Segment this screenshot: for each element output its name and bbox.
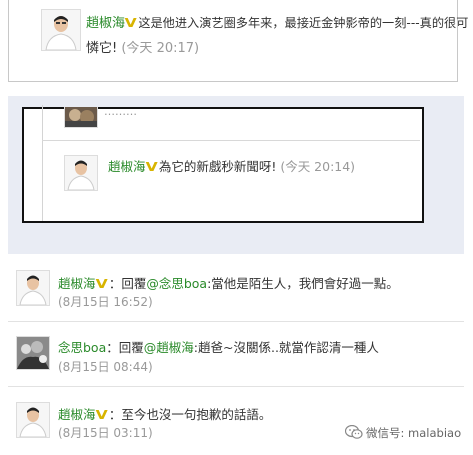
comment-username[interactable]: 趙椒海 <box>86 16 125 31</box>
nested-divider <box>42 140 420 141</box>
nested-reply-card-inner <box>42 105 43 221</box>
comment-text: 这是他进入演艺圈多年来，最接近金钟影帝的一刻---真的很可 <box>138 16 469 30</box>
vip-icon: V <box>95 408 108 422</box>
divider <box>8 321 464 322</box>
reply-prefix: 回覆 <box>121 276 147 291</box>
vip-icon: V <box>124 16 137 30</box>
list-item: 趙椒海V ：至今也沒一句抱歉的話語。 (8月15日 03:11) <box>0 390 473 452</box>
hidden-comment-text: ……… <box>104 105 137 118</box>
avatar[interactable] <box>16 402 50 438</box>
comment-text: 至今也沒一句抱歉的話語。 <box>121 407 272 422</box>
comment-time: (8月15日 08:44) <box>58 360 153 374</box>
avatar[interactable] <box>64 107 98 128</box>
comment-text: :當他是陌生人，我們會好過一點。 <box>207 276 399 291</box>
top-comment-card: 趙椒海V 这是他进入演艺圈多年来，最接近金钟影帝的一刻---真的很可 憐它! (今… <box>8 0 468 82</box>
comment-separator: ： <box>108 276 122 291</box>
watermark: 微信号: malabiao <box>344 424 462 442</box>
comment-text: :趙爸~沒關係..就當作認清一種人 <box>193 340 379 355</box>
comment-time: (今天 20:14) <box>280 159 356 174</box>
divider <box>8 386 464 387</box>
comment-username[interactable]: 趙椒海 <box>108 159 146 174</box>
avatar[interactable] <box>64 155 98 191</box>
comment-username[interactable]: 趙椒海 <box>58 276 96 291</box>
nested-reply-card: ……… 趙椒海V 為它的新戲秒新聞呀! (今天 20:14) <box>22 105 424 223</box>
comment-username[interactable]: 趙椒海 <box>58 407 96 422</box>
avatar[interactable] <box>16 270 50 306</box>
wechat-icon <box>344 424 363 442</box>
avatar[interactable] <box>41 9 81 51</box>
watermark-text: 微信号: malabiao <box>366 426 462 440</box>
comment-time: (8月15日 03:11) <box>58 426 153 440</box>
vip-icon: V <box>95 277 108 291</box>
comment-time: (8月15日 16:52) <box>58 295 153 309</box>
avatar[interactable] <box>16 336 50 370</box>
mention-link[interactable]: @念思boa <box>146 276 207 291</box>
comment-separator: ： <box>106 340 119 355</box>
comment-time: (今天 20:17) <box>121 41 200 56</box>
reply-prefix: 回覆 <box>118 340 144 355</box>
comment-text-continued: 憐它! <box>86 41 118 56</box>
comment-separator: ： <box>108 407 122 422</box>
mention-link[interactable]: @趙椒海 <box>144 340 194 355</box>
list-item: 念思boa：回覆@趙椒海:趙爸~沒關係..就當作認清一種人 (8月15日 08:… <box>0 325 473 383</box>
comment-text: 為它的新戲秒新聞呀! <box>158 159 277 174</box>
comment-username[interactable]: 念思boa <box>58 340 106 355</box>
list-item: 趙椒海V ：回覆@念思boa:當他是陌生人，我們會好過一點。 (8月15日 16:… <box>0 262 473 320</box>
vip-icon: V <box>145 160 158 174</box>
